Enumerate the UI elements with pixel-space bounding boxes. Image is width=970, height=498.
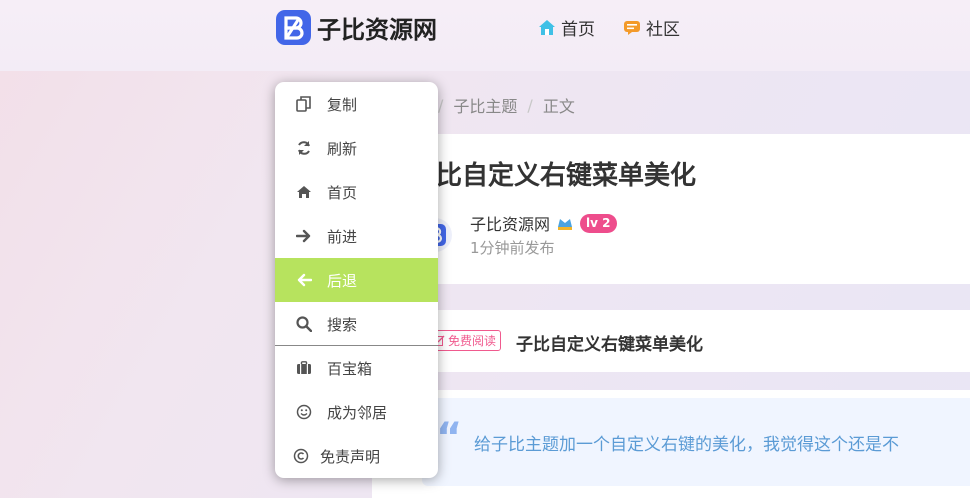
menu-item-neighbor[interactable]: 成为邻居 <box>275 390 438 434</box>
quote-text: 给子比主题加一个自定义右键的美化，我觉得这个还是不 <box>474 435 899 455</box>
quote-icon: “ <box>436 415 463 461</box>
home-icon <box>538 18 556 36</box>
publish-time: 1分钟前发布 <box>470 239 555 257</box>
menu-item-disclaimer[interactable]: 免责声明 <box>275 434 438 478</box>
level-badge: lv 2 <box>580 213 617 233</box>
menu-item-search[interactable]: 搜索 <box>275 302 438 346</box>
search-icon <box>295 315 313 333</box>
nav-community-label: 社区 <box>646 19 680 40</box>
nav-home-label: 首页 <box>561 19 595 40</box>
vip-icon <box>556 215 574 231</box>
site-header: 子比资源网 首页 社区 <box>0 0 970 71</box>
smile-icon <box>295 403 313 421</box>
article-title: 子比自定义右键菜单美化 <box>410 161 697 191</box>
copy-icon <box>295 95 313 113</box>
copyright-icon <box>292 447 310 465</box>
menu-item-home[interactable]: 首页 <box>275 170 438 214</box>
logo-text: 子比资源网 <box>317 15 437 44</box>
arrow-left-icon <box>295 271 313 289</box>
menu-item-toolbox[interactable]: 百宝箱 <box>275 346 438 390</box>
chat-icon <box>623 18 641 36</box>
context-menu: 复制 刷新 首页 前进 后退 搜索 百宝箱 成为邻居 免责声明 <box>275 82 438 478</box>
menu-item-refresh[interactable]: 刷新 <box>275 126 438 170</box>
refresh-icon <box>295 139 313 157</box>
breadcrumb-category[interactable]: 子比主题 <box>453 93 517 117</box>
menu-item-copy[interactable]: 复制 <box>275 82 438 126</box>
author-name[interactable]: 子比资源网 lv 2 <box>470 211 617 235</box>
breadcrumb-current: 正文 <box>542 97 575 116</box>
menu-item-back[interactable]: 后退 <box>275 258 438 302</box>
home-icon <box>295 183 313 201</box>
arrow-right-icon <box>295 227 313 245</box>
briefcase-icon <box>295 359 313 377</box>
article-subtitle: 子比自定义右键菜单美化 <box>516 335 703 355</box>
free-read-badge: 免费阅读 <box>429 330 502 351</box>
logo-icon <box>276 9 311 45</box>
nav-home[interactable]: 首页 <box>538 14 595 40</box>
site-logo[interactable]: 子比资源网 <box>276 9 437 45</box>
menu-item-forward[interactable]: 前进 <box>275 214 438 258</box>
nav-community[interactable]: 社区 <box>623 14 680 40</box>
